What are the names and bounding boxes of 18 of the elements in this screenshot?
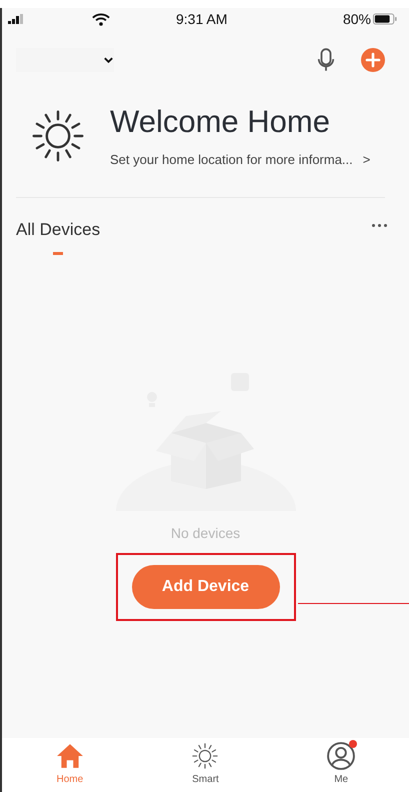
- welcome-title: Welcome Home: [110, 104, 331, 140]
- sun-icon: [191, 742, 220, 770]
- microphone-icon[interactable]: [317, 48, 335, 72]
- sun-icon: [30, 108, 86, 164]
- section-tab[interactable]: All Devices: [16, 220, 100, 240]
- caret-icon: [103, 56, 114, 64]
- signal-icon: [8, 14, 26, 24]
- tab-bar-item[interactable]: Smart: [191, 742, 220, 792]
- status-time: 9:31 AM: [176, 11, 228, 27]
- add-icon[interactable]: [361, 48, 385, 72]
- wifi-icon: [92, 12, 110, 26]
- battery-icon: [373, 13, 397, 25]
- empty-message: No devices: [170, 525, 240, 541]
- home-icon: [56, 742, 84, 770]
- battery-percent: 80%: [342, 11, 371, 27]
- person-icon: [327, 742, 356, 770]
- location-link[interactable]: Set your home location for more informa... >: [110, 152, 370, 167]
- tab-bar-item[interactable]: Me: [327, 742, 356, 792]
